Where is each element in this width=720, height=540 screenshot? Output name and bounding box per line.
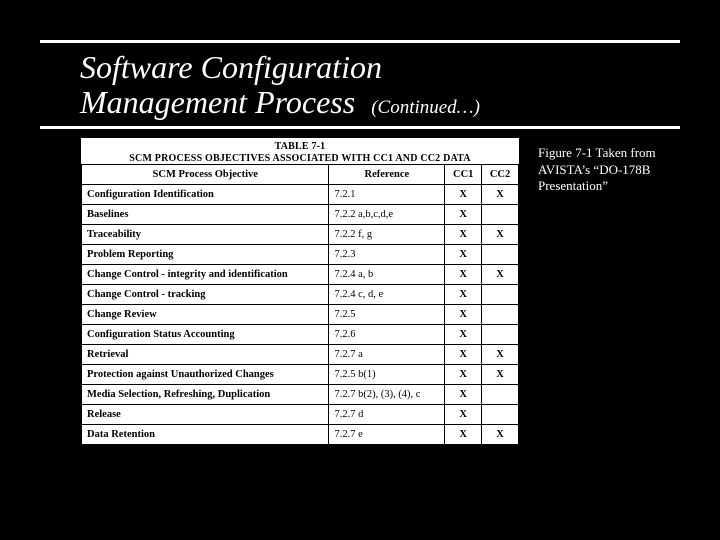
- cell-cc1: X: [445, 185, 482, 205]
- cell-reference: 7.2.2 f, g: [329, 225, 445, 245]
- cell-cc2: X: [482, 225, 519, 245]
- cell-reference: 7.2.6: [329, 325, 445, 345]
- cell-reference: 7.2.7 e: [329, 425, 445, 445]
- table-container: TABLE 7-1 SCM PROCESS OBJECTIVES ASSOCIA…: [80, 137, 520, 446]
- cell-cc1: X: [445, 205, 482, 225]
- cell-reference: 7.2.4 a, b: [329, 265, 445, 285]
- cell-objective: Change Control - tracking: [82, 285, 329, 305]
- th-cc1: CC1: [445, 165, 482, 185]
- cell-cc1: X: [445, 245, 482, 265]
- cell-cc1: X: [445, 285, 482, 305]
- cell-objective: Traceability: [82, 225, 329, 245]
- cell-objective: Configuration Status Accounting: [82, 325, 329, 345]
- title-line1: Software Configuration: [80, 50, 672, 85]
- th-reference: Reference: [329, 165, 445, 185]
- cell-cc2: [482, 305, 519, 325]
- table-row: Configuration Identification7.2.1XX: [82, 185, 519, 205]
- cell-cc2: [482, 205, 519, 225]
- table-row: Release7.2.7 dX: [82, 405, 519, 425]
- cell-cc2: X: [482, 365, 519, 385]
- th-objective: SCM Process Objective: [82, 165, 329, 185]
- cell-reference: 7.2.3: [329, 245, 445, 265]
- cell-cc1: X: [445, 385, 482, 405]
- table-row: Baselines7.2.2 a,b,c,d,eX: [82, 205, 519, 225]
- cell-reference: 7.2.5 b(1): [329, 365, 445, 385]
- caption-line2: AVISTA’s “DO-178B: [538, 162, 680, 178]
- cell-cc2: X: [482, 265, 519, 285]
- table-caption-line1: TABLE 7-1: [85, 141, 515, 152]
- cell-objective: Change Review: [82, 305, 329, 325]
- title-block: Software Configuration Management Proces…: [0, 43, 720, 126]
- cell-reference: 7.2.7 b(2), (3), (4), c: [329, 385, 445, 405]
- cell-cc1: X: [445, 225, 482, 245]
- cell-cc2: [482, 405, 519, 425]
- th-cc2: CC2: [482, 165, 519, 185]
- cell-reference: 7.2.1: [329, 185, 445, 205]
- cell-cc1: X: [445, 405, 482, 425]
- table-body: Configuration Identification7.2.1XXBasel…: [82, 185, 519, 445]
- cell-objective: Problem Reporting: [82, 245, 329, 265]
- cell-cc2: X: [482, 345, 519, 365]
- cell-objective: Retrieval: [82, 345, 329, 365]
- cell-cc1: X: [445, 425, 482, 445]
- cell-objective: Release: [82, 405, 329, 425]
- cell-objective: Configuration Identification: [82, 185, 329, 205]
- content-row: TABLE 7-1 SCM PROCESS OBJECTIVES ASSOCIA…: [0, 129, 720, 446]
- caption-line1: Figure 7-1 Taken from: [538, 145, 680, 161]
- cell-cc2: [482, 385, 519, 405]
- cell-reference: 7.2.7 a: [329, 345, 445, 365]
- cell-objective: Baselines: [82, 205, 329, 225]
- cell-reference: 7.2.4 c, d, e: [329, 285, 445, 305]
- table-row: Retrieval7.2.7 aXX: [82, 345, 519, 365]
- cell-cc2: X: [482, 425, 519, 445]
- table-row: Media Selection, Refreshing, Duplication…: [82, 385, 519, 405]
- slide: Software Configuration Management Proces…: [0, 0, 720, 540]
- table-row: Problem Reporting7.2.3X: [82, 245, 519, 265]
- cell-objective: Data Retention: [82, 425, 329, 445]
- cell-cc2: [482, 245, 519, 265]
- figure-caption: Figure 7-1 Taken from AVISTA’s “DO-178B …: [538, 137, 680, 194]
- cell-objective: Media Selection, Refreshing, Duplication: [82, 385, 329, 405]
- table-header-row: SCM Process Objective Reference CC1 CC2: [82, 165, 519, 185]
- table-row: Protection against Unauthorized Changes7…: [82, 365, 519, 385]
- cell-objective: Change Control - integrity and identific…: [82, 265, 329, 285]
- cell-reference: 7.2.2 a,b,c,d,e: [329, 205, 445, 225]
- table-caption: TABLE 7-1 SCM PROCESS OBJECTIVES ASSOCIA…: [81, 138, 519, 164]
- table-row: Data Retention7.2.7 eXX: [82, 425, 519, 445]
- table-row: Change Control - tracking7.2.4 c, d, eX: [82, 285, 519, 305]
- cell-cc1: X: [445, 265, 482, 285]
- table-row: Change Control - integrity and identific…: [82, 265, 519, 285]
- cell-objective: Protection against Unauthorized Changes: [82, 365, 329, 385]
- cell-cc2: [482, 325, 519, 345]
- cell-cc2: [482, 285, 519, 305]
- title-row: Management Process (Continued…): [80, 85, 672, 120]
- table-row: Traceability7.2.2 f, gXX: [82, 225, 519, 245]
- caption-line3: Presentation”: [538, 178, 680, 194]
- cell-reference: 7.2.5: [329, 305, 445, 325]
- cell-cc1: X: [445, 345, 482, 365]
- table-row: Change Review7.2.5X: [82, 305, 519, 325]
- table-caption-line2: SCM PROCESS OBJECTIVES ASSOCIATED WITH C…: [85, 153, 515, 164]
- cell-cc1: X: [445, 365, 482, 385]
- table-row: Configuration Status Accounting7.2.6X: [82, 325, 519, 345]
- cell-cc2: X: [482, 185, 519, 205]
- cell-reference: 7.2.7 d: [329, 405, 445, 425]
- cell-cc1: X: [445, 325, 482, 345]
- title-line2: Management Process: [80, 85, 355, 120]
- scm-table: SCM Process Objective Reference CC1 CC2 …: [81, 164, 519, 445]
- title-continued: (Continued…): [365, 97, 480, 119]
- cell-cc1: X: [445, 305, 482, 325]
